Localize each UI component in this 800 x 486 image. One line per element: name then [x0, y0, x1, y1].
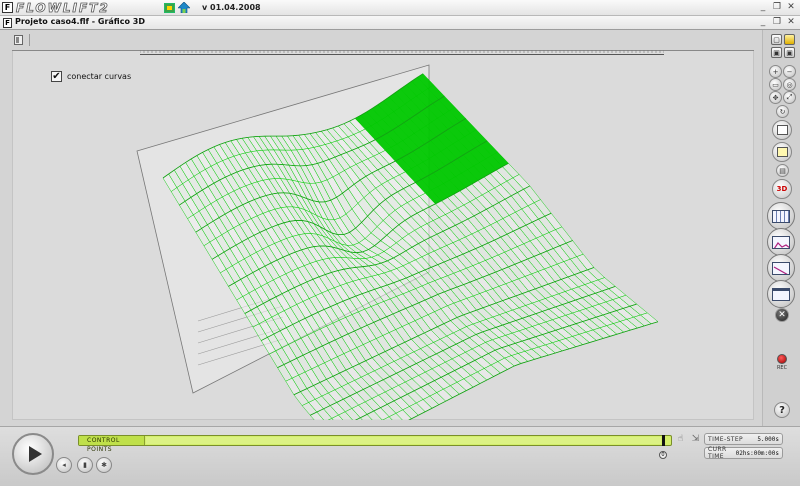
help-button[interactable]: ? — [774, 402, 790, 418]
time-slider[interactable] — [140, 54, 664, 55]
logo-house-icon — [178, 2, 190, 13]
properties-icon[interactable]: ▤ — [776, 164, 789, 177]
time-step-label: TIME-STEP — [708, 435, 744, 443]
rewind-button[interactable]: ◂ — [56, 457, 72, 473]
zoom-out-icon[interactable]: − — [783, 65, 796, 78]
record-label: REC — [776, 365, 788, 371]
step-button[interactable]: ▮ — [77, 457, 93, 473]
table-view-button[interactable] — [767, 202, 795, 230]
view-3d-button[interactable]: 3D — [772, 179, 792, 199]
new-file-icon[interactable]: ▢ — [771, 34, 782, 45]
pointer-tool-icon[interactable]: ⇲ — [690, 434, 701, 445]
pan-icon[interactable]: ✥ — [769, 91, 782, 104]
connect-curves-checkbox[interactable]: ✔ — [51, 71, 62, 82]
app-icon[interactable]: F — [2, 2, 13, 13]
surface-plot[interactable] — [13, 51, 755, 420]
time-step-box: TIME-STEP 5.000s — [704, 433, 783, 445]
control-points-bar[interactable]: CONTROL POINTS — [78, 435, 672, 453]
curr-time-value: 02hs:00m:00s — [735, 449, 779, 457]
time-slider-knob[interactable]: 0 — [659, 451, 667, 459]
zoom-window-icon[interactable]: ▭ — [769, 78, 782, 91]
time-step-value: 5.000s — [757, 435, 779, 443]
document-icon[interactable]: F — [3, 18, 12, 28]
play-button[interactable] — [12, 433, 54, 475]
settings-button[interactable]: ✱ — [96, 457, 112, 473]
graph-3d-canvas[interactable]: ✔ conectar curvas — [12, 51, 754, 420]
trend-chart-button[interactable] — [767, 254, 795, 282]
app-window-controls: _ ❐ ✕ — [758, 2, 796, 12]
line-chart-button[interactable] — [767, 228, 795, 256]
control-points-handle[interactable] — [662, 435, 665, 446]
app-title-bar: F FLOWLIFT2 v 01.04.2008 _ ❐ ✕ — [0, 0, 800, 16]
edit-icon[interactable] — [772, 120, 792, 140]
doc-restore-button[interactable]: ❐ — [772, 17, 782, 28]
open-folder-icon[interactable] — [784, 34, 795, 45]
close-button[interactable]: ✕ — [786, 2, 796, 12]
save-icon[interactable]: ▣ — [771, 47, 782, 58]
app-version: v 01.04.2008 — [202, 3, 261, 12]
right-toolbar: ▢ ▣ ▣ + − ▭ ◎ ✥ ⤢ ↻ ▤ 3D ✕ REC ? — [762, 30, 800, 426]
blank-chart-button[interactable] — [767, 280, 795, 308]
rotate-icon[interactable]: ↻ — [776, 105, 789, 118]
notes-icon[interactable] — [772, 142, 792, 162]
logo-badge-icon — [164, 3, 175, 13]
toolbar-divider — [29, 34, 30, 46]
document-title: Projeto caso4.flf - Gráfico 3D — [15, 17, 145, 26]
zoom-all-icon[interactable]: ◎ — [783, 78, 796, 91]
curr-time-label: CURR TIME — [708, 446, 727, 460]
app-logo: FLOWLIFT2 — [16, 1, 110, 16]
zoom-in-icon[interactable]: + — [769, 65, 782, 78]
record-button[interactable] — [777, 354, 787, 364]
control-points-track — [146, 437, 661, 444]
time-slider-ticks — [140, 50, 664, 53]
cursor-tool-icon[interactable]: ☝ — [675, 434, 686, 445]
curr-time-box: CURR TIME 02hs:00m:00s — [704, 446, 783, 460]
control-points-label: CONTROL POINTS — [79, 436, 145, 453]
document-title-bar: F Projeto caso4.flf - Gráfico 3D _ ❐ ✕ — [0, 16, 800, 30]
doc-close-button[interactable]: ✕ — [786, 17, 796, 28]
doc-minimize-button[interactable]: _ — [758, 17, 768, 28]
connect-curves-label: conectar curvas — [67, 72, 132, 81]
document-window-controls: _ ❐ ✕ — [758, 17, 796, 28]
maximize-button[interactable]: ❐ — [772, 2, 782, 12]
panel-toggle-icon[interactable] — [14, 35, 23, 45]
fit-icon[interactable]: ⤢ — [783, 91, 796, 104]
save-as-icon[interactable]: ▣ — [784, 47, 795, 58]
close-graph-icon[interactable]: ✕ — [775, 308, 789, 322]
minimize-button[interactable]: _ — [758, 2, 768, 12]
